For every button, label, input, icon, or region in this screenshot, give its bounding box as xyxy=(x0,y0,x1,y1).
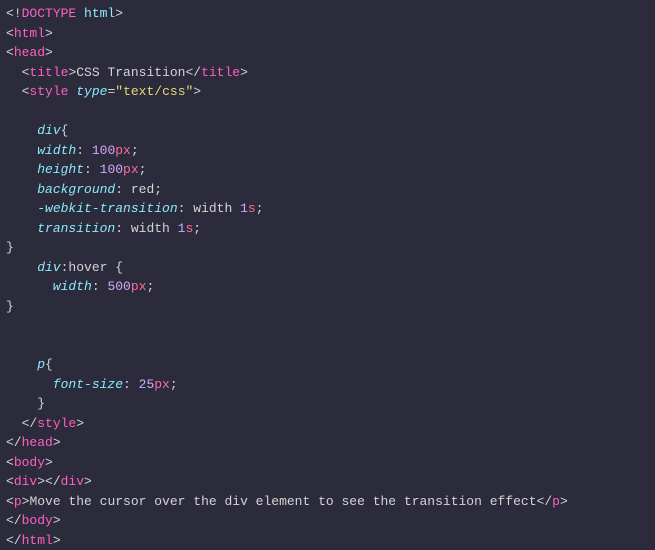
html-tag: html xyxy=(14,26,45,41)
css-prop: transition xyxy=(37,221,115,236)
code-line: <title>CSS Transition</title> xyxy=(6,63,649,83)
selector: div xyxy=(37,260,60,275)
css-number: 500 xyxy=(107,279,130,294)
div-tag: div xyxy=(14,474,37,489)
code-line: } xyxy=(6,238,649,258)
code-line: } xyxy=(6,394,649,414)
doctype-html: html xyxy=(76,6,115,21)
css-value: width xyxy=(185,201,240,216)
css-prop: background xyxy=(37,182,115,197)
code-line: <p>Move the cursor over the div element … xyxy=(6,492,649,512)
p-close-tag: p xyxy=(552,494,560,509)
code-line: width: 500px; xyxy=(6,277,649,297)
div-close-tag: div xyxy=(61,474,84,489)
bracket: <! xyxy=(6,6,22,21)
code-line: font-size: 25px; xyxy=(6,375,649,395)
css-value: red xyxy=(131,182,154,197)
css-number: 25 xyxy=(139,377,155,392)
css-value: width xyxy=(123,221,178,236)
code-line: <div></div> xyxy=(6,472,649,492)
css-prop: width xyxy=(53,279,92,294)
code-line: div{ xyxy=(6,121,649,141)
css-prop: width xyxy=(37,143,76,158)
code-line: background: red; xyxy=(6,180,649,200)
code-line: transition: width 1s; xyxy=(6,219,649,239)
code-line: <!DOCTYPE html> xyxy=(6,4,649,24)
attr-name: type xyxy=(76,84,107,99)
code-line xyxy=(6,102,649,122)
pseudo: :hover xyxy=(61,260,116,275)
css-number: 1 xyxy=(240,201,248,216)
css-prop: height xyxy=(37,162,84,177)
css-unit: px xyxy=(115,143,131,158)
code-editor[interactable]: <!DOCTYPE html> <html> <head> <title>CSS… xyxy=(6,4,649,550)
code-line: height: 100px; xyxy=(6,160,649,180)
code-line: width: 100px; xyxy=(6,141,649,161)
head-tag: head xyxy=(14,45,45,60)
bracket: > xyxy=(115,6,123,21)
code-line: } xyxy=(6,297,649,317)
css-number: 100 xyxy=(92,143,115,158)
title-text: CSS Transition xyxy=(76,65,185,80)
css-unit: px xyxy=(154,377,170,392)
title-close-tag: title xyxy=(201,65,240,80)
code-line: </html> xyxy=(6,531,649,550)
style-close-tag: style xyxy=(37,416,76,431)
body-close-tag: body xyxy=(22,513,53,528)
code-line: </style> xyxy=(6,414,649,434)
code-line: <html> xyxy=(6,24,649,44)
title-tag: title xyxy=(29,65,68,80)
doctype-keyword: DOCTYPE xyxy=(22,6,77,21)
code-line xyxy=(6,336,649,356)
attr-value: "text/css" xyxy=(115,84,193,99)
css-unit: px xyxy=(123,162,139,177)
style-tag: style xyxy=(29,84,68,99)
css-unit: px xyxy=(131,279,147,294)
selector: p xyxy=(37,357,45,372)
code-line: <body> xyxy=(6,453,649,473)
code-line: p{ xyxy=(6,355,649,375)
code-line: div:hover { xyxy=(6,258,649,278)
css-prop: -webkit-transition xyxy=(37,201,177,216)
html-close-tag: html xyxy=(22,533,53,548)
code-line: <head> xyxy=(6,43,649,63)
p-tag: p xyxy=(14,494,22,509)
code-line: </head> xyxy=(6,433,649,453)
body-tag: body xyxy=(14,455,45,470)
css-unit: s xyxy=(248,201,256,216)
code-line: <style type="text/css"> xyxy=(6,82,649,102)
selector: div xyxy=(37,123,60,138)
css-prop: font-size xyxy=(53,377,123,392)
head-close-tag: head xyxy=(22,435,53,450)
code-line xyxy=(6,316,649,336)
code-line: </body> xyxy=(6,511,649,531)
css-number: 100 xyxy=(100,162,123,177)
code-line: -webkit-transition: width 1s; xyxy=(6,199,649,219)
p-text: Move the cursor over the div element to … xyxy=(29,494,536,509)
